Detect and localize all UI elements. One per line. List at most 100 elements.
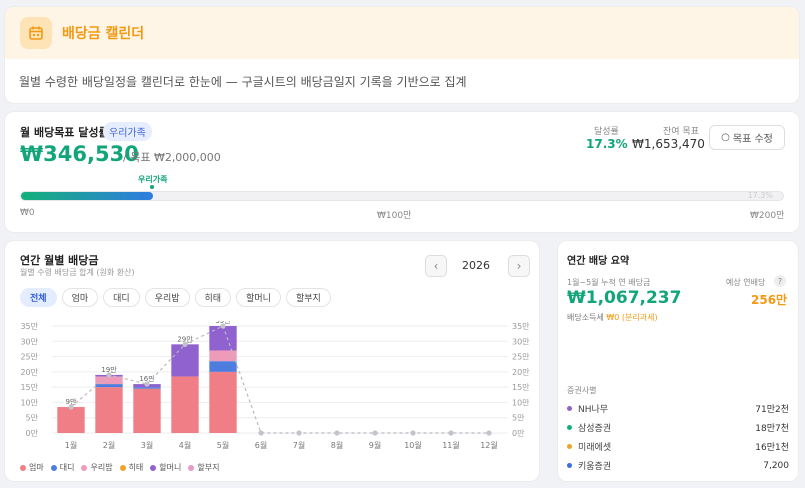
x-tick-label: 10월 (404, 440, 422, 450)
trend-point (182, 341, 188, 347)
bar-segment (209, 326, 237, 351)
legend-label: 할부지 (197, 463, 220, 472)
annual-value: 256만 (751, 293, 788, 307)
broker-row: 미래에셋 16만1천 (567, 440, 789, 453)
bar-segment (133, 388, 161, 433)
y-tick-label-left: 10만 (20, 398, 38, 407)
page-description: 월별 수령한 배당일정을 캘린더로 한눈에 — 구글시트의 배당금일지 기록을 … (19, 75, 467, 89)
trend-point (68, 404, 74, 410)
legend-label: 우리밥 (90, 463, 113, 472)
y-tick-label-left: 15만 (20, 383, 38, 392)
goal-card: 월 배당목표 달성률 우리가족 ₩346,530 / 목표 ₩2,000,000… (4, 111, 800, 233)
bar-segment (209, 361, 237, 372)
x-tick-label: 3월 (141, 440, 153, 450)
filter-chip[interactable]: 대디 (103, 288, 140, 307)
header-bar: 배당금 캘린더 (5, 7, 799, 59)
legend-label: 할머니 (159, 463, 182, 472)
bar-segment (95, 384, 123, 388)
bar-segment (57, 407, 85, 433)
broker-name: 키움증권 (578, 462, 612, 472)
edit-goal-label: 목표 수정 (732, 134, 773, 145)
scale-min: ₩0 (20, 208, 35, 218)
remain-value: ₩1,653,470 (632, 137, 705, 151)
legend-item: 엄마 (20, 462, 44, 473)
progress-percent: 17.3% (747, 191, 773, 200)
y-tick-label-left: 20만 (20, 368, 38, 377)
annual-label: 예상 연배당 (726, 278, 766, 287)
progress-marker-label: 우리가족 (138, 175, 168, 184)
legend-item: 우리밥 (81, 462, 113, 473)
trend-point (410, 430, 416, 436)
broker-dot (567, 444, 572, 449)
summary-period-label: 1월~5월 누적 연 배당금 (567, 278, 651, 287)
broker-value: 71만2천 (755, 405, 789, 415)
edit-goal-button[interactable]: ○ 목표 수정 (709, 125, 785, 150)
broker-value: 7,200 (763, 460, 789, 471)
legend-label: 엄마 (29, 463, 44, 472)
y-tick-label-right: 20만 (512, 368, 530, 377)
y-tick-label-left: 0만 (26, 429, 39, 438)
y-tick-label-left: 35만 (20, 322, 38, 331)
year-value: 2026 (462, 259, 490, 272)
scale-mid: ₩100만 (377, 211, 412, 221)
broker-row: 키움증권 7,200 (567, 459, 789, 472)
broker-dot (567, 406, 572, 411)
filter-chip[interactable]: 할머니 (236, 288, 281, 307)
broker-value: 16만1천 (755, 443, 789, 453)
filter-chip[interactable]: 엄마 (61, 288, 99, 307)
legend-swatch (188, 464, 195, 471)
trend-point (448, 430, 454, 436)
filter-chip[interactable]: 우리밥 (144, 288, 190, 307)
tax-info: 배당소득세 ₩0 (분리과세) (567, 312, 658, 323)
next-year-button[interactable]: › (508, 255, 530, 277)
y-tick-label-left: 25만 (20, 353, 38, 362)
goal-amount: ₩346,530 (20, 142, 139, 166)
legend-swatch (50, 464, 57, 471)
trend-point (334, 430, 340, 436)
legend-item: 할머니 (150, 462, 181, 473)
y-tick-label-left: 30만 (20, 337, 38, 346)
broker-value: 18만7천 (755, 424, 789, 434)
bar-segment (209, 371, 237, 433)
bar-segment (171, 344, 199, 377)
filter-chip[interactable]: 히태 (194, 288, 232, 307)
x-tick-label: 4월 (179, 440, 191, 450)
y-tick-label-right: 5만 (512, 414, 525, 423)
x-tick-label: 7월 (293, 440, 305, 450)
trend-point (296, 430, 302, 436)
summary-title: 연간 배당 요약 (567, 256, 630, 267)
filter-chip[interactable]: 전체 (20, 288, 57, 307)
remain-label: 잔여 목표 (663, 127, 699, 137)
trend-point (220, 323, 226, 329)
chevron-right-icon: › (516, 259, 522, 273)
question-icon[interactable]: ? (774, 275, 786, 287)
monthly-chart-card: 연간 월별 배당금 월별 수령 배당금 합계 (원화 환산) ‹ 2026 › … (4, 240, 540, 482)
x-tick-label: 5월 (217, 440, 229, 450)
page-title: 배당금 캘린더 (62, 26, 145, 42)
legend-swatch (20, 464, 26, 471)
x-tick-label: 2월 (103, 440, 115, 450)
broker-name: NH나무 (578, 405, 609, 415)
broker-dot (567, 463, 572, 468)
broker-row: 삼성증권 18만7천 (567, 421, 789, 434)
legend-swatch (150, 464, 157, 471)
stacked-bar-chart: 0만 0만 5만 5만 10만 10만 15만 15만 20만 20만 25만 25만 30만 30만 35… (20, 321, 530, 450)
broker-label: 증권사별 (567, 386, 597, 395)
prev-year-button[interactable]: ‹ (425, 255, 447, 277)
chart-subtitle: 월별 수령 배당금 합계 (원화 환산) (20, 268, 135, 277)
rate-label: 달성률 (594, 127, 619, 137)
scale-max: ₩200만 (750, 211, 785, 221)
legend-label: 히태 (128, 463, 144, 472)
trend-point (372, 430, 378, 436)
x-tick-label: 8월 (331, 440, 343, 450)
bar-segment (171, 376, 199, 433)
goal-label: 월 배당목표 달성률 (20, 126, 109, 139)
y-tick-label-right: 30만 (512, 337, 530, 346)
goal-target: / 목표 ₩2,000,000 (123, 151, 221, 164)
legend-item: 히태 (119, 462, 144, 473)
member-filter-chips: 전체 엄마 대디 우리밥 히태 할머니 할부지 (20, 288, 331, 307)
settings-icon: ○ (721, 132, 730, 143)
filter-chip[interactable]: 할부지 (285, 288, 331, 307)
broker-row: NH나무 71만2천 (567, 402, 789, 415)
legend-label: 대디 (59, 463, 75, 472)
